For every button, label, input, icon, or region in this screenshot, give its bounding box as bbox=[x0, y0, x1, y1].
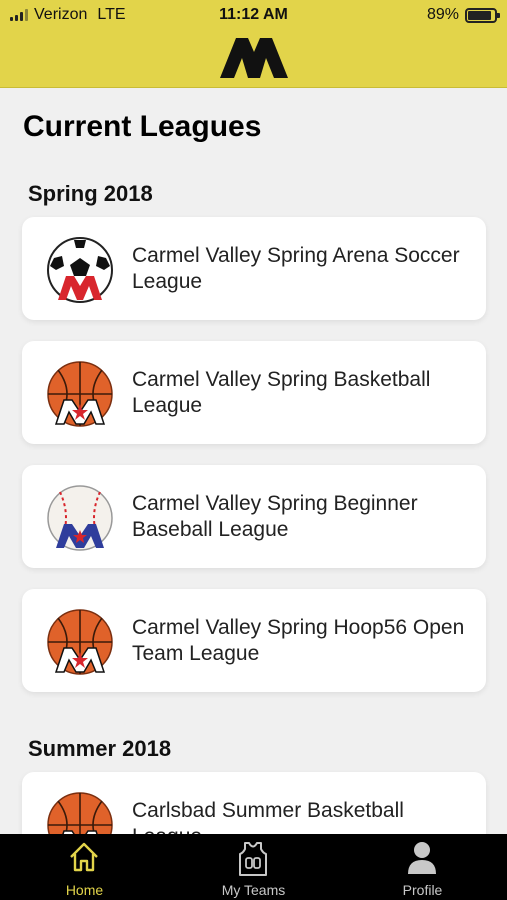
league-card[interactable]: Carmel Valley Spring Basketball League bbox=[22, 341, 486, 444]
basketball-icon bbox=[47, 609, 113, 675]
status-bar: Verizon LTE 11:12 AM 89% bbox=[0, 0, 507, 30]
app-header bbox=[0, 30, 507, 88]
battery-icon bbox=[465, 7, 500, 23]
soccer-ball-icon bbox=[47, 237, 113, 303]
home-icon bbox=[70, 842, 98, 872]
jersey-icon bbox=[239, 842, 267, 876]
baseball-icon bbox=[47, 485, 113, 551]
tab-label: Profile bbox=[402, 882, 443, 898]
page-title: Current Leagues bbox=[23, 110, 262, 143]
tab-label: Home bbox=[65, 882, 104, 898]
league-card[interactable]: Carmel Valley Spring Beginner Baseball L… bbox=[22, 465, 486, 568]
basketball-icon bbox=[47, 361, 113, 427]
battery-percent: 89% bbox=[426, 6, 459, 23]
league-card[interactable]: Carmel Valley Spring Hoop56 Open Team Le… bbox=[22, 589, 486, 692]
section-title: Summer 2018 bbox=[28, 736, 172, 761]
tab-my-teams[interactable]: My Teams bbox=[169, 834, 338, 900]
section-title: Spring 2018 bbox=[28, 181, 153, 206]
tab-home[interactable]: Home bbox=[0, 834, 169, 900]
league-name: Carmel Valley Spring Basketball League bbox=[132, 368, 431, 417]
league-name: Carmel Valley Spring Arena Soccer League bbox=[132, 244, 460, 293]
tab-profile[interactable]: Profile bbox=[338, 834, 507, 900]
person-icon bbox=[408, 842, 436, 874]
status-right: 89% bbox=[426, 6, 500, 24]
league-card[interactable]: Carmel Valley Spring Arena Soccer League bbox=[22, 217, 486, 320]
league-name: Carmel Valley Spring Hoop56 Open Team Le… bbox=[132, 616, 465, 665]
league-name: Carmel Valley Spring Beginner Baseball L… bbox=[132, 492, 418, 541]
bottom-tab-bar: Home My Teams Profile bbox=[0, 834, 507, 900]
tab-label: My Teams bbox=[221, 882, 286, 898]
league-logo-icon bbox=[220, 38, 288, 78]
